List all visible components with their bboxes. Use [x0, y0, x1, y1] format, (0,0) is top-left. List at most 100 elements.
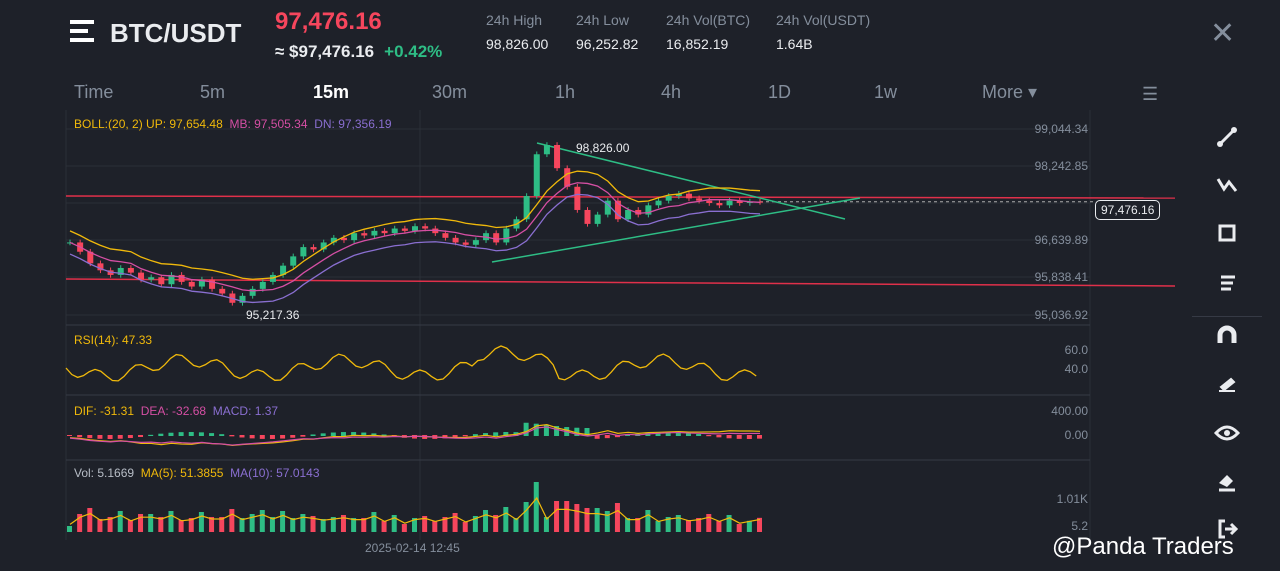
candle [310, 247, 317, 250]
symbol-title[interactable]: BTC/USDT [110, 18, 241, 49]
menu-icon[interactable] [70, 20, 98, 44]
price-change: +0.42% [384, 42, 443, 61]
volume-bar [168, 511, 174, 532]
candle [401, 228, 408, 231]
tab-1w[interactable]: 1w [874, 82, 897, 103]
boll-label: BOLL:(20, 2) [74, 117, 143, 131]
tab-more[interactable]: More ▾ [982, 82, 1037, 103]
stat-label: 24h Vol(BTC) [666, 12, 751, 28]
rsi-legend: RSI(14): 47.33 [74, 333, 153, 347]
candle [412, 226, 418, 231]
boll-dn: DN: 97,356.19 [314, 117, 392, 131]
macd-bar [138, 435, 144, 438]
price-tick: 98,242.85 [1034, 159, 1088, 173]
volume-bar [685, 520, 691, 532]
candle [259, 281, 266, 289]
macd-bar [219, 434, 225, 436]
rsi-line [65, 345, 757, 382]
macd-bar [757, 435, 762, 439]
tab-time[interactable]: Time [74, 82, 113, 103]
candle [726, 200, 733, 206]
tab-5m[interactable]: 5m [200, 82, 225, 103]
rectangle-tool-icon[interactable] [1212, 218, 1242, 248]
candle [716, 202, 723, 206]
volume-bar [554, 501, 560, 532]
tab-1h[interactable]: 1h [555, 82, 575, 103]
macd-bar [127, 435, 133, 439]
dif: DIF: -31.31 [74, 404, 135, 418]
macd-bar [259, 435, 265, 439]
boll-up: UP: 97,654.48 [146, 117, 223, 131]
usd-price-value: ≈ $97,476.16 [275, 42, 375, 61]
volume-bar [564, 501, 570, 532]
price-tick: 99,044.34 [1034, 122, 1088, 136]
macd-bar [239, 435, 245, 438]
macd-bar [706, 435, 712, 437]
volume-bar [584, 508, 590, 532]
candle [290, 256, 297, 266]
price-chart[interactable] [0, 110, 1180, 550]
stat-value: 96,252.82 [576, 36, 639, 52]
volume-bar [97, 519, 103, 532]
volume-bar [67, 526, 72, 532]
macd-bar [290, 435, 296, 438]
volume-bar [513, 518, 519, 532]
interval-tabs: Time 5m 15m 30m 1h 4h 1D 1w More ▾ [74, 82, 1074, 106]
stat-value: 1.64B [776, 36, 813, 52]
candle [127, 267, 134, 273]
toolbar-divider [1192, 316, 1262, 317]
candle [442, 233, 449, 238]
macd-bar [462, 435, 468, 437]
tab-1d[interactable]: 1D [768, 82, 791, 103]
wave-tool-icon[interactable] [1212, 170, 1242, 200]
volume-bar [432, 521, 438, 532]
candle [381, 230, 388, 234]
candle [696, 198, 703, 201]
volume-bar [117, 511, 123, 532]
stat-label: 24h High [486, 12, 543, 28]
stat-value: 98,826.00 [486, 36, 549, 52]
close-icon[interactable]: ✕ [1210, 16, 1235, 51]
fib-tool-icon[interactable] [1212, 268, 1242, 298]
candle [574, 186, 581, 210]
macd-bar [696, 434, 702, 436]
pencil-icon[interactable] [1212, 368, 1242, 398]
candle [462, 242, 469, 245]
candle [584, 209, 591, 224]
stat-label: 24h Low [576, 12, 629, 28]
eraser-icon[interactable] [1212, 466, 1242, 496]
volume-bar [452, 513, 458, 532]
last-price: 97,476.16 [275, 8, 382, 35]
candle [564, 168, 571, 187]
macd-bar [67, 435, 72, 436]
macd-bar [746, 435, 752, 439]
macd-bar [117, 435, 123, 439]
rsi-tick: 40.0 [1064, 362, 1088, 376]
macd-tick: 400.00 [1051, 404, 1088, 418]
chart-settings-icon[interactable]: ☰ [1142, 84, 1158, 105]
magnet-icon[interactable] [1212, 320, 1242, 350]
macd-bar [77, 435, 83, 438]
boll-legend: BOLL:(20, 2) UP: 97,654.48 MB: 97,505.34… [74, 117, 392, 131]
volume-bar [381, 521, 387, 532]
macd-bar [178, 432, 184, 436]
vol-legend: Vol: 5.1669 MA(5): 51.3855 MA(10): 57.01… [74, 466, 320, 480]
tab-4h[interactable]: 4h [661, 82, 681, 103]
candle [391, 228, 398, 234]
volume-bar [574, 504, 580, 532]
vol-tick: 5.2 [1071, 519, 1088, 533]
macd-bar [523, 422, 529, 436]
volume-bar [300, 514, 306, 532]
eye-icon[interactable] [1212, 418, 1242, 448]
candle [625, 209, 632, 220]
macd-bar [310, 434, 316, 436]
stat-vol-usdt: 24h Vol(USDT) 1.64B [776, 12, 870, 52]
tab-30m[interactable]: 30m [432, 82, 467, 103]
current-price-tag: 97,476.16 [1095, 200, 1161, 220]
tab-15m[interactable]: 15m [313, 82, 349, 103]
candle [533, 154, 540, 197]
trend-line-tool-icon[interactable] [1212, 122, 1242, 152]
macd-bar [340, 432, 346, 436]
macd-bar [229, 435, 235, 437]
macd-bar [158, 433, 164, 436]
